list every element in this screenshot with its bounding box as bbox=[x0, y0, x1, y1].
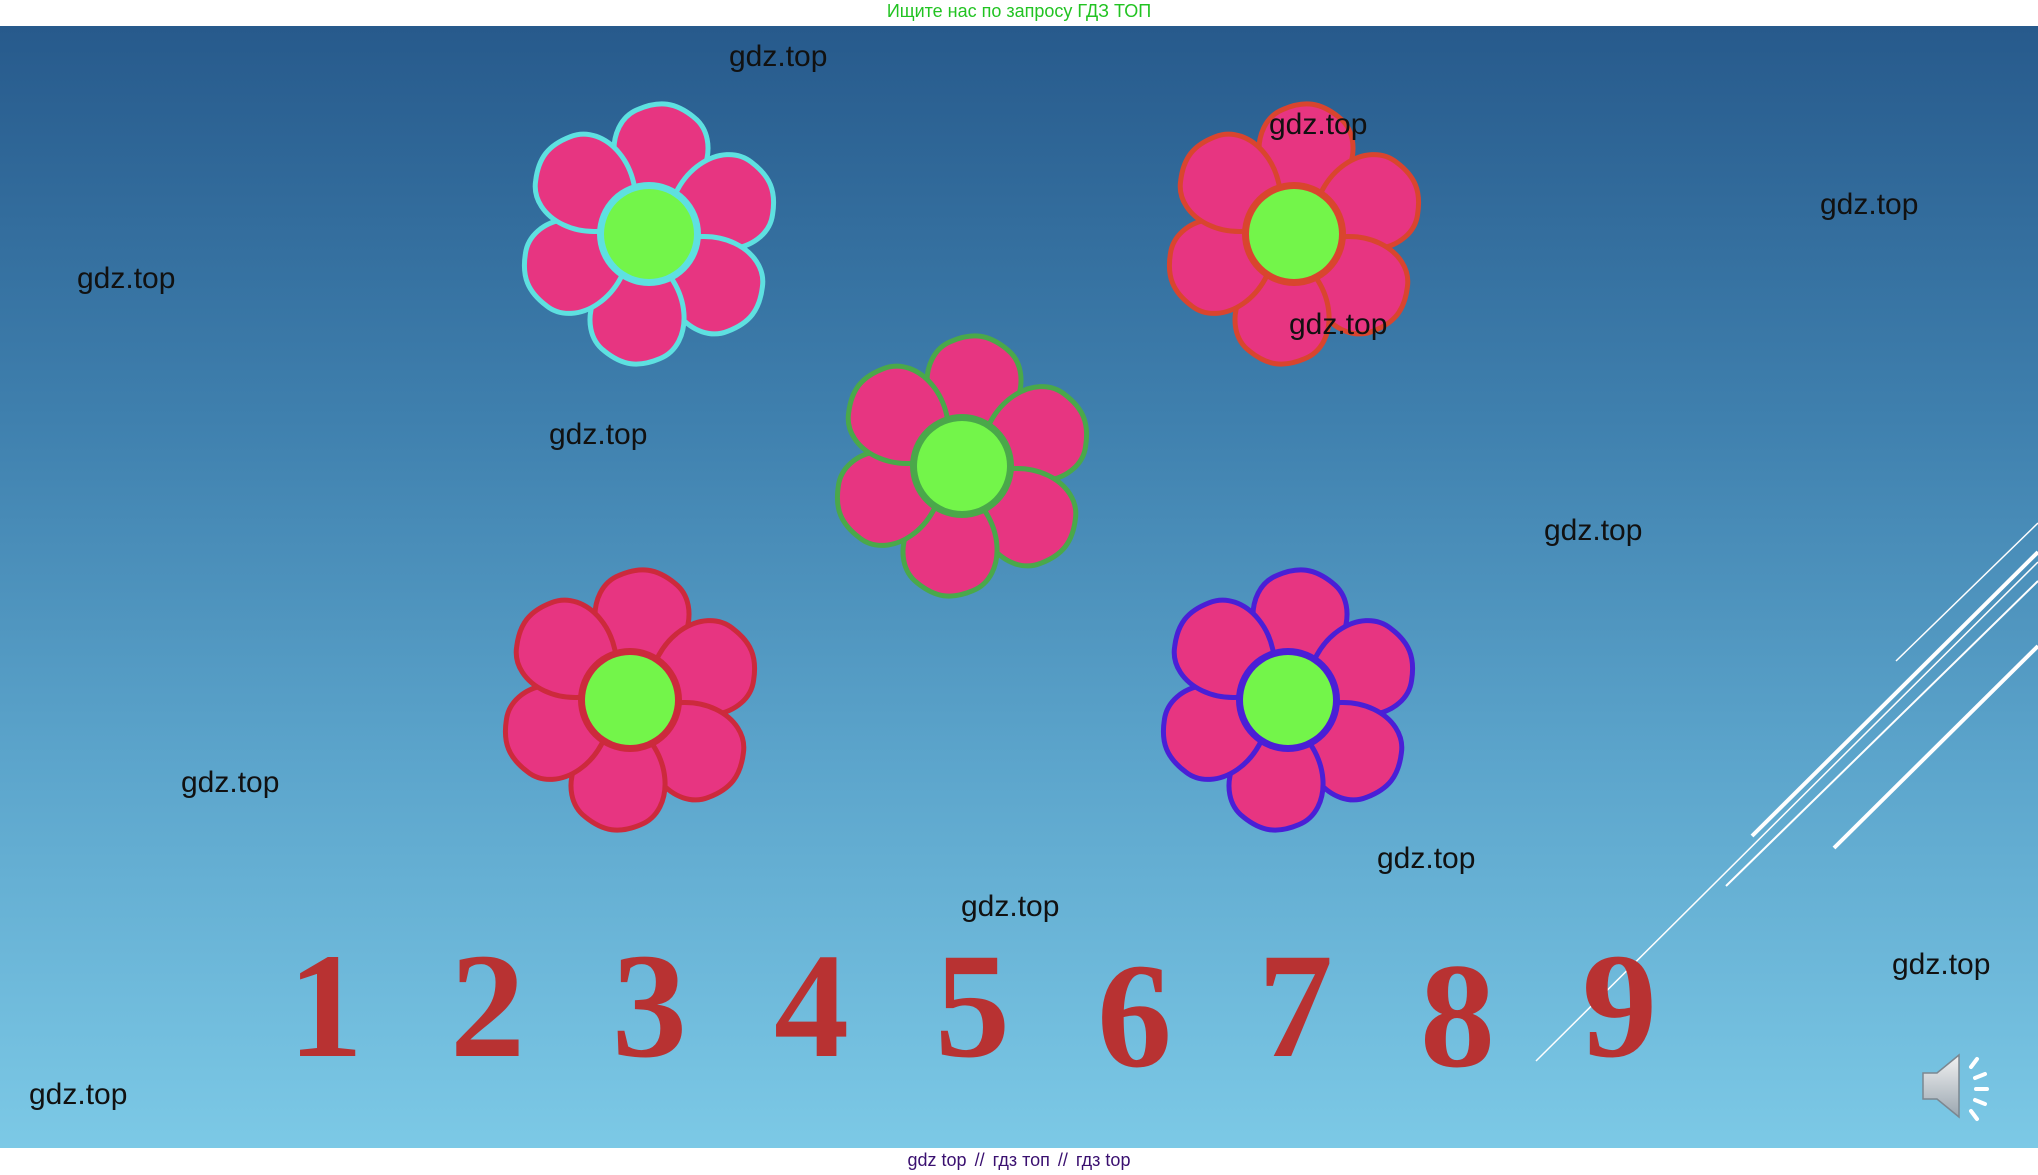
speaker-icon[interactable] bbox=[1915, 1041, 2005, 1131]
digit-8: 8 bbox=[1420, 933, 1495, 1099]
flower-green bbox=[792, 306, 1132, 626]
watermark: gdz.top bbox=[549, 418, 648, 451]
flower-center bbox=[1243, 655, 1333, 745]
digit-9: 9 bbox=[1582, 923, 1657, 1089]
digit-3: 3 bbox=[612, 923, 687, 1089]
watermark: gdz.top bbox=[77, 262, 176, 295]
digit-2: 2 bbox=[450, 923, 525, 1089]
watermark: gdz.top bbox=[729, 40, 828, 73]
bottom-banner-separator: // bbox=[974, 1150, 985, 1170]
flower-center bbox=[917, 421, 1007, 511]
watermark: gdz.top bbox=[1289, 308, 1388, 341]
flower-cyan bbox=[479, 74, 819, 394]
flower-center bbox=[604, 189, 694, 279]
watermark: gdz.top bbox=[961, 890, 1060, 923]
flower-center bbox=[1249, 189, 1339, 279]
bottom-banner: gdz top // гдз топ // гдз top bbox=[0, 1148, 2038, 1175]
bottom-banner-part-1: gdz top bbox=[907, 1150, 967, 1170]
flower-center bbox=[585, 655, 675, 745]
watermark: gdz.top bbox=[29, 1078, 128, 1111]
digit-5: 5 bbox=[935, 923, 1010, 1089]
digit-7: 7 bbox=[1258, 923, 1333, 1089]
watermark: gdz.top bbox=[1377, 842, 1476, 875]
watermark: gdz.top bbox=[181, 766, 280, 799]
flower-blue bbox=[1118, 540, 1458, 860]
watermark: gdz.top bbox=[1544, 514, 1643, 547]
watermark: gdz.top bbox=[1820, 188, 1919, 221]
slide: gdz.top gdz.top gdz.top gdz.top gdz.top … bbox=[0, 26, 2038, 1148]
bottom-banner-part-3: гдз top bbox=[1075, 1150, 1131, 1170]
digit-1: 1 bbox=[288, 923, 363, 1089]
watermark: gdz.top bbox=[1892, 948, 1991, 981]
digit-6: 6 bbox=[1097, 933, 1172, 1099]
digit-4: 4 bbox=[774, 923, 849, 1089]
watermark: gdz.top bbox=[1269, 108, 1368, 141]
top-banner: Ищите нас по запросу ГДЗ ТОП bbox=[0, 0, 2038, 26]
bottom-banner-part-2: гдз топ bbox=[992, 1150, 1050, 1170]
bottom-banner-separator: // bbox=[1057, 1150, 1068, 1170]
flower-red bbox=[460, 540, 800, 860]
